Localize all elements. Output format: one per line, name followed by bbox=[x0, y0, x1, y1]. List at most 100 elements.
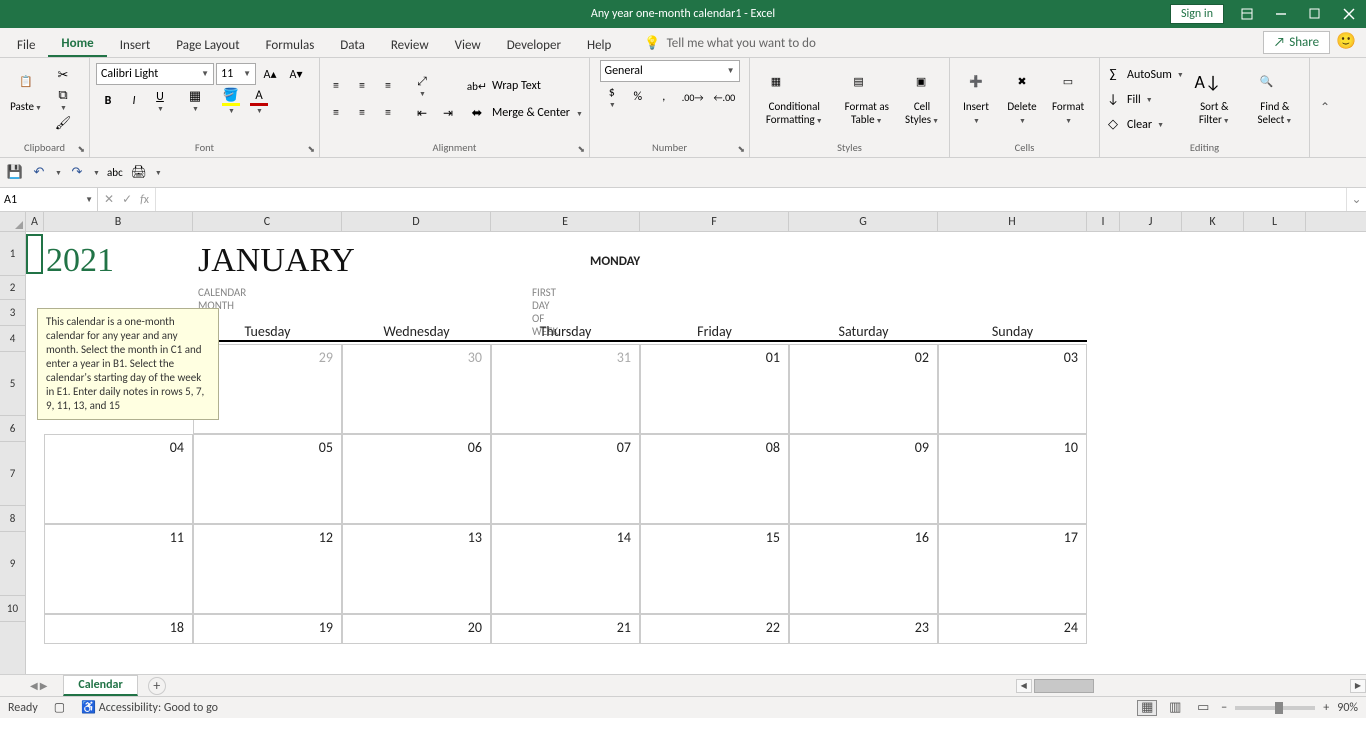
tab-file[interactable]: File bbox=[4, 32, 48, 57]
calendar-day-06[interactable]: 06 bbox=[342, 434, 491, 524]
calendar-day-05[interactable]: 05 bbox=[193, 434, 342, 524]
zoom-out-button[interactable]: − bbox=[1221, 701, 1227, 715]
clipboard-dialog-launcher[interactable]: ⬊ bbox=[77, 144, 85, 155]
delete-cells-button[interactable]: ✖Delete▼ bbox=[1000, 64, 1044, 136]
name-box[interactable]: A1▼ bbox=[0, 188, 98, 211]
share-button[interactable]: ↗ Share bbox=[1263, 31, 1330, 54]
tab-home[interactable]: Home bbox=[48, 30, 106, 57]
font-name-combo[interactable]: Calibri Light▼ bbox=[96, 63, 214, 85]
qat-customize-button[interactable]: ▼ bbox=[155, 168, 162, 177]
calendar-day-21[interactable]: 21 bbox=[491, 614, 640, 644]
cancel-formula-button[interactable]: ✕ bbox=[104, 192, 114, 207]
col-header-G[interactable]: G bbox=[789, 212, 938, 231]
select-all-corner[interactable] bbox=[0, 212, 26, 231]
tab-insert[interactable]: Insert bbox=[107, 32, 164, 57]
borders-button[interactable]: ▦▼ bbox=[182, 89, 208, 113]
row-header-1[interactable]: 1 bbox=[0, 232, 25, 276]
number-format-combo[interactable]: General▼ bbox=[600, 60, 740, 82]
clear-button[interactable]: ◇Clear▼ bbox=[1104, 113, 1184, 137]
autosum-button[interactable]: ∑AutoSum▼ bbox=[1104, 63, 1184, 87]
tab-page-layout[interactable]: Page Layout bbox=[163, 32, 252, 57]
insert-function-button[interactable]: fx bbox=[140, 193, 149, 207]
sort-filter-button[interactable]: A↓Sort & Filter▼ bbox=[1186, 64, 1243, 136]
row-header-6[interactable]: 6 bbox=[0, 416, 25, 442]
expand-formula-bar-button[interactable]: ⌄ bbox=[1346, 188, 1366, 211]
col-header-C[interactable]: C bbox=[193, 212, 342, 231]
accounting-format-button[interactable]: $▼ bbox=[600, 85, 624, 109]
tab-review[interactable]: Review bbox=[378, 32, 442, 57]
calendar-day-09[interactable]: 09 bbox=[789, 434, 938, 524]
calendar-day-12[interactable]: 12 bbox=[193, 524, 342, 614]
calendar-day-31[interactable]: 31 bbox=[491, 344, 640, 434]
col-header-D[interactable]: D bbox=[342, 212, 491, 231]
font-size-combo[interactable]: 11▼ bbox=[216, 63, 256, 85]
calendar-day-18[interactable]: 18 bbox=[44, 614, 193, 644]
calendar-day-22[interactable]: 22 bbox=[640, 614, 789, 644]
conditional-formatting-button[interactable]: ▦Conditional Formatting▼ bbox=[754, 64, 835, 136]
scroll-right-button[interactable]: ▶ bbox=[1350, 679, 1366, 693]
increase-indent-button[interactable]: ⇥ bbox=[436, 101, 460, 125]
horizontal-scroll[interactable]: ◀▶ bbox=[176, 678, 1366, 694]
underline-button[interactable]: U▼ bbox=[148, 89, 172, 113]
align-center-button[interactable]: ≡ bbox=[350, 101, 374, 125]
align-left-button[interactable]: ≡ bbox=[324, 101, 348, 125]
enter-formula-button[interactable]: ✓ bbox=[122, 192, 132, 207]
collapse-ribbon-button[interactable]: ⌃ bbox=[1310, 58, 1340, 157]
fill-color-button[interactable]: 🪣▼ bbox=[218, 89, 244, 113]
view-page-break-button[interactable]: ▭ bbox=[1193, 700, 1213, 716]
font-color-button[interactable]: A▼ bbox=[246, 89, 272, 113]
calendar-day-04[interactable]: 04 bbox=[44, 434, 193, 524]
save-button[interactable]: 💾 bbox=[6, 164, 24, 182]
format-painter-button[interactable]: 🖌 bbox=[50, 112, 76, 136]
row-header-9[interactable]: 9 bbox=[0, 532, 25, 596]
minimize-button[interactable] bbox=[1264, 0, 1298, 28]
calendar-month[interactable]: JANUARY bbox=[198, 242, 355, 280]
calendar-day-14[interactable]: 14 bbox=[491, 524, 640, 614]
calendar-day-19[interactable]: 19 bbox=[193, 614, 342, 644]
row-header-3[interactable]: 3 bbox=[0, 300, 25, 326]
col-header-B[interactable]: B bbox=[44, 212, 193, 231]
tab-data[interactable]: Data bbox=[327, 32, 378, 57]
calendar-day-20[interactable]: 20 bbox=[342, 614, 491, 644]
col-header-H[interactable]: H bbox=[938, 212, 1087, 231]
row-header-10[interactable]: 10 bbox=[0, 596, 25, 622]
calendar-day-17[interactable]: 17 bbox=[938, 524, 1087, 614]
sheet-nav-next[interactable]: ▶ bbox=[40, 679, 48, 692]
col-header-A[interactable]: A bbox=[26, 212, 44, 231]
calendar-day-01[interactable]: 01 bbox=[640, 344, 789, 434]
accessibility-status[interactable]: ♿ Accessibility: Good to go bbox=[81, 700, 218, 715]
decrease-decimal-button[interactable]: ←.00 bbox=[710, 85, 740, 109]
calendar-day-08[interactable]: 08 bbox=[640, 434, 789, 524]
align-top-button[interactable]: ≡ bbox=[324, 74, 348, 98]
col-header-E[interactable]: E bbox=[491, 212, 640, 231]
fill-button[interactable]: ↓Fill▼ bbox=[1104, 88, 1184, 112]
ribbon-display-options[interactable] bbox=[1230, 0, 1264, 28]
align-bottom-button[interactable]: ≡ bbox=[376, 74, 400, 98]
calendar-day-10[interactable]: 10 bbox=[938, 434, 1087, 524]
row-header-4[interactable]: 4 bbox=[0, 326, 25, 352]
scroll-left-button[interactable]: ◀ bbox=[1016, 679, 1032, 693]
align-middle-button[interactable]: ≡ bbox=[350, 74, 374, 98]
tab-formulas[interactable]: Formulas bbox=[253, 32, 328, 57]
tab-help[interactable]: Help bbox=[574, 32, 624, 57]
alignment-dialog-launcher[interactable]: ⬊ bbox=[577, 144, 585, 155]
calendar-day-03[interactable]: 03 bbox=[938, 344, 1087, 434]
increase-decimal-button[interactable]: .00→ bbox=[678, 85, 708, 109]
font-dialog-launcher[interactable]: ⬊ bbox=[307, 144, 315, 155]
comma-format-button[interactable]: , bbox=[652, 85, 676, 109]
col-header-L[interactable]: L bbox=[1244, 212, 1306, 231]
col-header-K[interactable]: K bbox=[1182, 212, 1244, 231]
percent-format-button[interactable]: % bbox=[626, 85, 650, 109]
paste-button[interactable]: 📋 Paste▼ bbox=[4, 64, 48, 136]
view-normal-button[interactable]: ▦ bbox=[1137, 700, 1157, 716]
row-header-7[interactable]: 7 bbox=[0, 442, 25, 506]
cut-button[interactable]: ✂ bbox=[50, 64, 76, 88]
scroll-thumb[interactable] bbox=[1034, 679, 1094, 693]
undo-button[interactable]: ↶ bbox=[30, 164, 48, 182]
decrease-font-button[interactable]: A▾ bbox=[284, 62, 308, 86]
italic-button[interactable]: I bbox=[122, 89, 146, 113]
maximize-button[interactable] bbox=[1298, 0, 1332, 28]
quick-print-button[interactable]: 🖨 bbox=[130, 164, 148, 182]
macro-record-icon[interactable]: ▢ bbox=[54, 700, 65, 715]
row-header-5[interactable]: 5 bbox=[0, 352, 25, 416]
